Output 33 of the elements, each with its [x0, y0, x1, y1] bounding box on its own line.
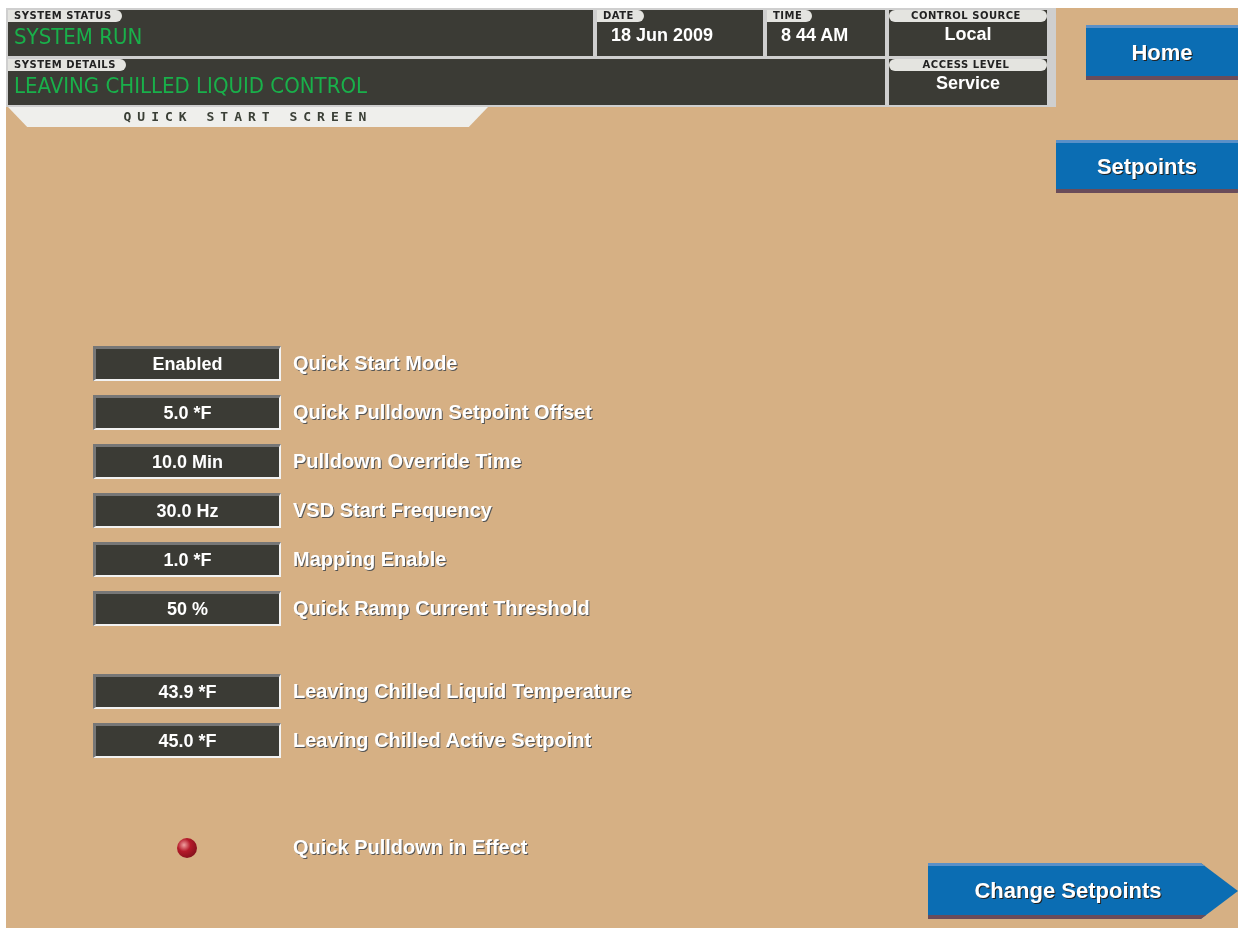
value-display: 5.0 *F: [93, 395, 281, 430]
system-details-value: LEAVING CHILLED LIQUID CONTROL: [13, 72, 367, 99]
setting-label: Leaving Chilled Liquid Temperature: [293, 680, 632, 703]
field-label: SYSTEM STATUS: [8, 10, 122, 22]
setting-label: Leaving Chilled Active Setpoint: [293, 729, 592, 752]
value-display: 45.0 *F: [93, 723, 281, 758]
setting-label: Quick Pulldown Setpoint Offset: [293, 401, 592, 424]
field-label: SYSTEM DETAILS: [8, 59, 126, 71]
change-setpoints-button[interactable]: Change Setpoints: [928, 863, 1238, 919]
field-label: ACCESS LEVEL: [889, 59, 1047, 71]
system-status-value: SYSTEM RUN: [13, 23, 143, 50]
field-label: CONTROL SOURCE: [889, 10, 1047, 22]
value-display: Enabled: [93, 346, 281, 381]
date-value: 18 Jun 2009: [610, 24, 714, 46]
setting-label: Pulldown Override Time: [293, 450, 522, 473]
setting-label: Quick Ramp Current Threshold: [293, 597, 590, 620]
time-value: 8 44 AM: [780, 24, 849, 46]
setting-label: Quick Pulldown in Effect: [293, 836, 528, 859]
nav-button[interactable]: Setpoints: [1056, 140, 1238, 193]
field-label: DATE: [597, 10, 644, 22]
field-label: TIME: [767, 10, 813, 22]
setting-label: Mapping Enable: [293, 548, 447, 571]
value-display: 1.0 *F: [93, 542, 281, 577]
value-display: 43.9 *F: [93, 674, 281, 709]
setting-label: VSD Start Frequency: [293, 499, 492, 522]
screen-title: QUICK START SCREEN: [8, 107, 488, 127]
access-level-value: Service: [934, 72, 1002, 94]
control-source-value: Local: [943, 23, 993, 45]
value-display: 50 %: [93, 591, 281, 626]
nav-button[interactable]: Home: [1086, 25, 1238, 80]
setting-label: Quick Start Mode: [293, 352, 458, 375]
value-display: 10.0 Min: [93, 444, 281, 479]
value-display: 30.0 Hz: [93, 493, 281, 528]
